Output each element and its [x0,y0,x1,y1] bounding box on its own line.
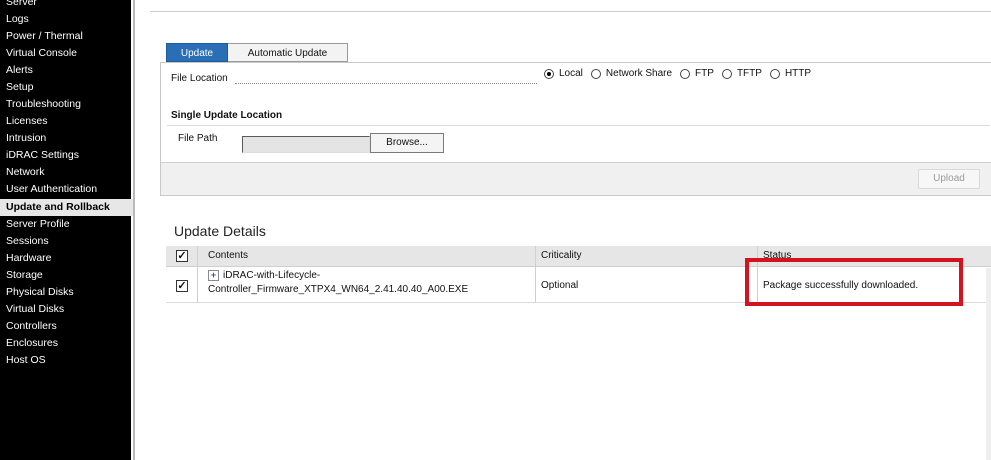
radio-button-icon[interactable] [721,68,732,79]
sidebar-item-host-os[interactable]: Host OS [0,352,131,369]
sidebar-item-logs[interactable]: Logs [0,11,131,28]
sidebar-item-user-authentication[interactable]: User Authentication [0,181,131,198]
radio-button-icon[interactable] [590,68,601,79]
radio-label: HTTP [784,68,812,79]
sidebar-item-troubleshooting[interactable]: Troubleshooting [0,96,131,113]
radio-label: Network Share [605,68,673,79]
sidebar-item-idrac-settings[interactable]: iDRAC Settings [0,147,131,164]
radio-label: FTP [695,68,714,79]
contents-line-1: iDRAC-with-Lifecycle- [223,270,321,282]
sidebar-item-sessions[interactable]: Sessions [0,233,131,250]
sidebar-item-power-thermal[interactable]: Power / Thermal [0,28,131,45]
tab-update[interactable]: Update [166,43,228,62]
sidebar-item-virtual-console[interactable]: Virtual Console [0,45,131,62]
sidebar-item-setup[interactable]: Setup [0,79,131,96]
single-update-heading: Single Update Location [171,110,283,121]
sidebar-item-licenses[interactable]: Licenses [0,113,131,130]
sidebar-item-update-and-rollback[interactable]: Update and Rollback [0,199,133,216]
select-all-checkbox[interactable]: ✓ [176,250,188,262]
status-highlight-box [745,258,963,306]
file-path-input[interactable] [242,136,370,153]
row-checkbox[interactable]: ✓ [176,280,188,292]
radio-button-icon[interactable] [769,68,780,79]
criticality-cell: Optional [541,280,579,291]
column-divider [197,246,198,302]
column-divider [535,246,536,302]
file-location-label: File Location [171,73,228,84]
sidebar-divider [133,0,135,460]
browse-button[interactable]: Browse... [370,133,444,153]
radio-label: TFTP [736,68,762,79]
radio-network-share[interactable]: Network Share [590,68,673,79]
sidebar-item-alerts[interactable]: Alerts [0,62,131,79]
sidebar-item-physical-disks[interactable]: Physical Disks [0,284,131,301]
radio-label: Local [559,68,583,79]
header-criticality: Criticality [541,250,582,261]
section-divider [167,125,990,126]
upload-button[interactable]: Upload [918,169,980,189]
sidebar-item-network[interactable]: Network [0,164,131,181]
header-divider [150,11,991,12]
tab-automatic-update[interactable]: Automatic Update [228,43,348,62]
contents-line-2: Controller_Firmware_XTPX4_WN64_2.41.40.4… [208,284,469,295]
radio-tftp[interactable]: TFTP [721,68,762,79]
contents-cell: + iDRAC-with-Lifecycle- [208,270,320,281]
radio-local[interactable]: Local [544,68,583,79]
sidebar-item-server[interactable]: Server [0,0,131,11]
radio-ftp[interactable]: FTP [680,68,714,79]
radio-button-icon[interactable] [544,68,554,79]
radio-http[interactable]: HTTP [769,68,812,79]
sidebar-item-controllers[interactable]: Controllers [0,318,131,335]
leader-dots [235,83,537,84]
header-contents: Contents [208,250,249,261]
sidebar-item-intrusion[interactable]: Intrusion [0,130,131,147]
expand-plus-icon[interactable]: + [208,270,219,281]
file-path-label: File Path [178,133,218,144]
sidebar-item-enclosures[interactable]: Enclosures [0,335,131,352]
file-location-radio-group: Local Network Share FTP TFTP HTTP [544,68,819,82]
scrollbar[interactable] [986,268,991,460]
update-details-title: Update Details [174,223,266,239]
radio-button-icon[interactable] [680,68,691,79]
sidebar-item-storage[interactable]: Storage [0,267,131,284]
sidebar-nav: Server Logs Power / Thermal Virtual Console… [0,0,133,460]
sidebar-item-virtual-disks[interactable]: Virtual Disks [0,301,131,318]
panel-footer: Upload [161,162,991,195]
sidebar-item-hardware[interactable]: Hardware [0,250,131,267]
sidebar-item-server-profile[interactable]: Server Profile [0,216,131,233]
